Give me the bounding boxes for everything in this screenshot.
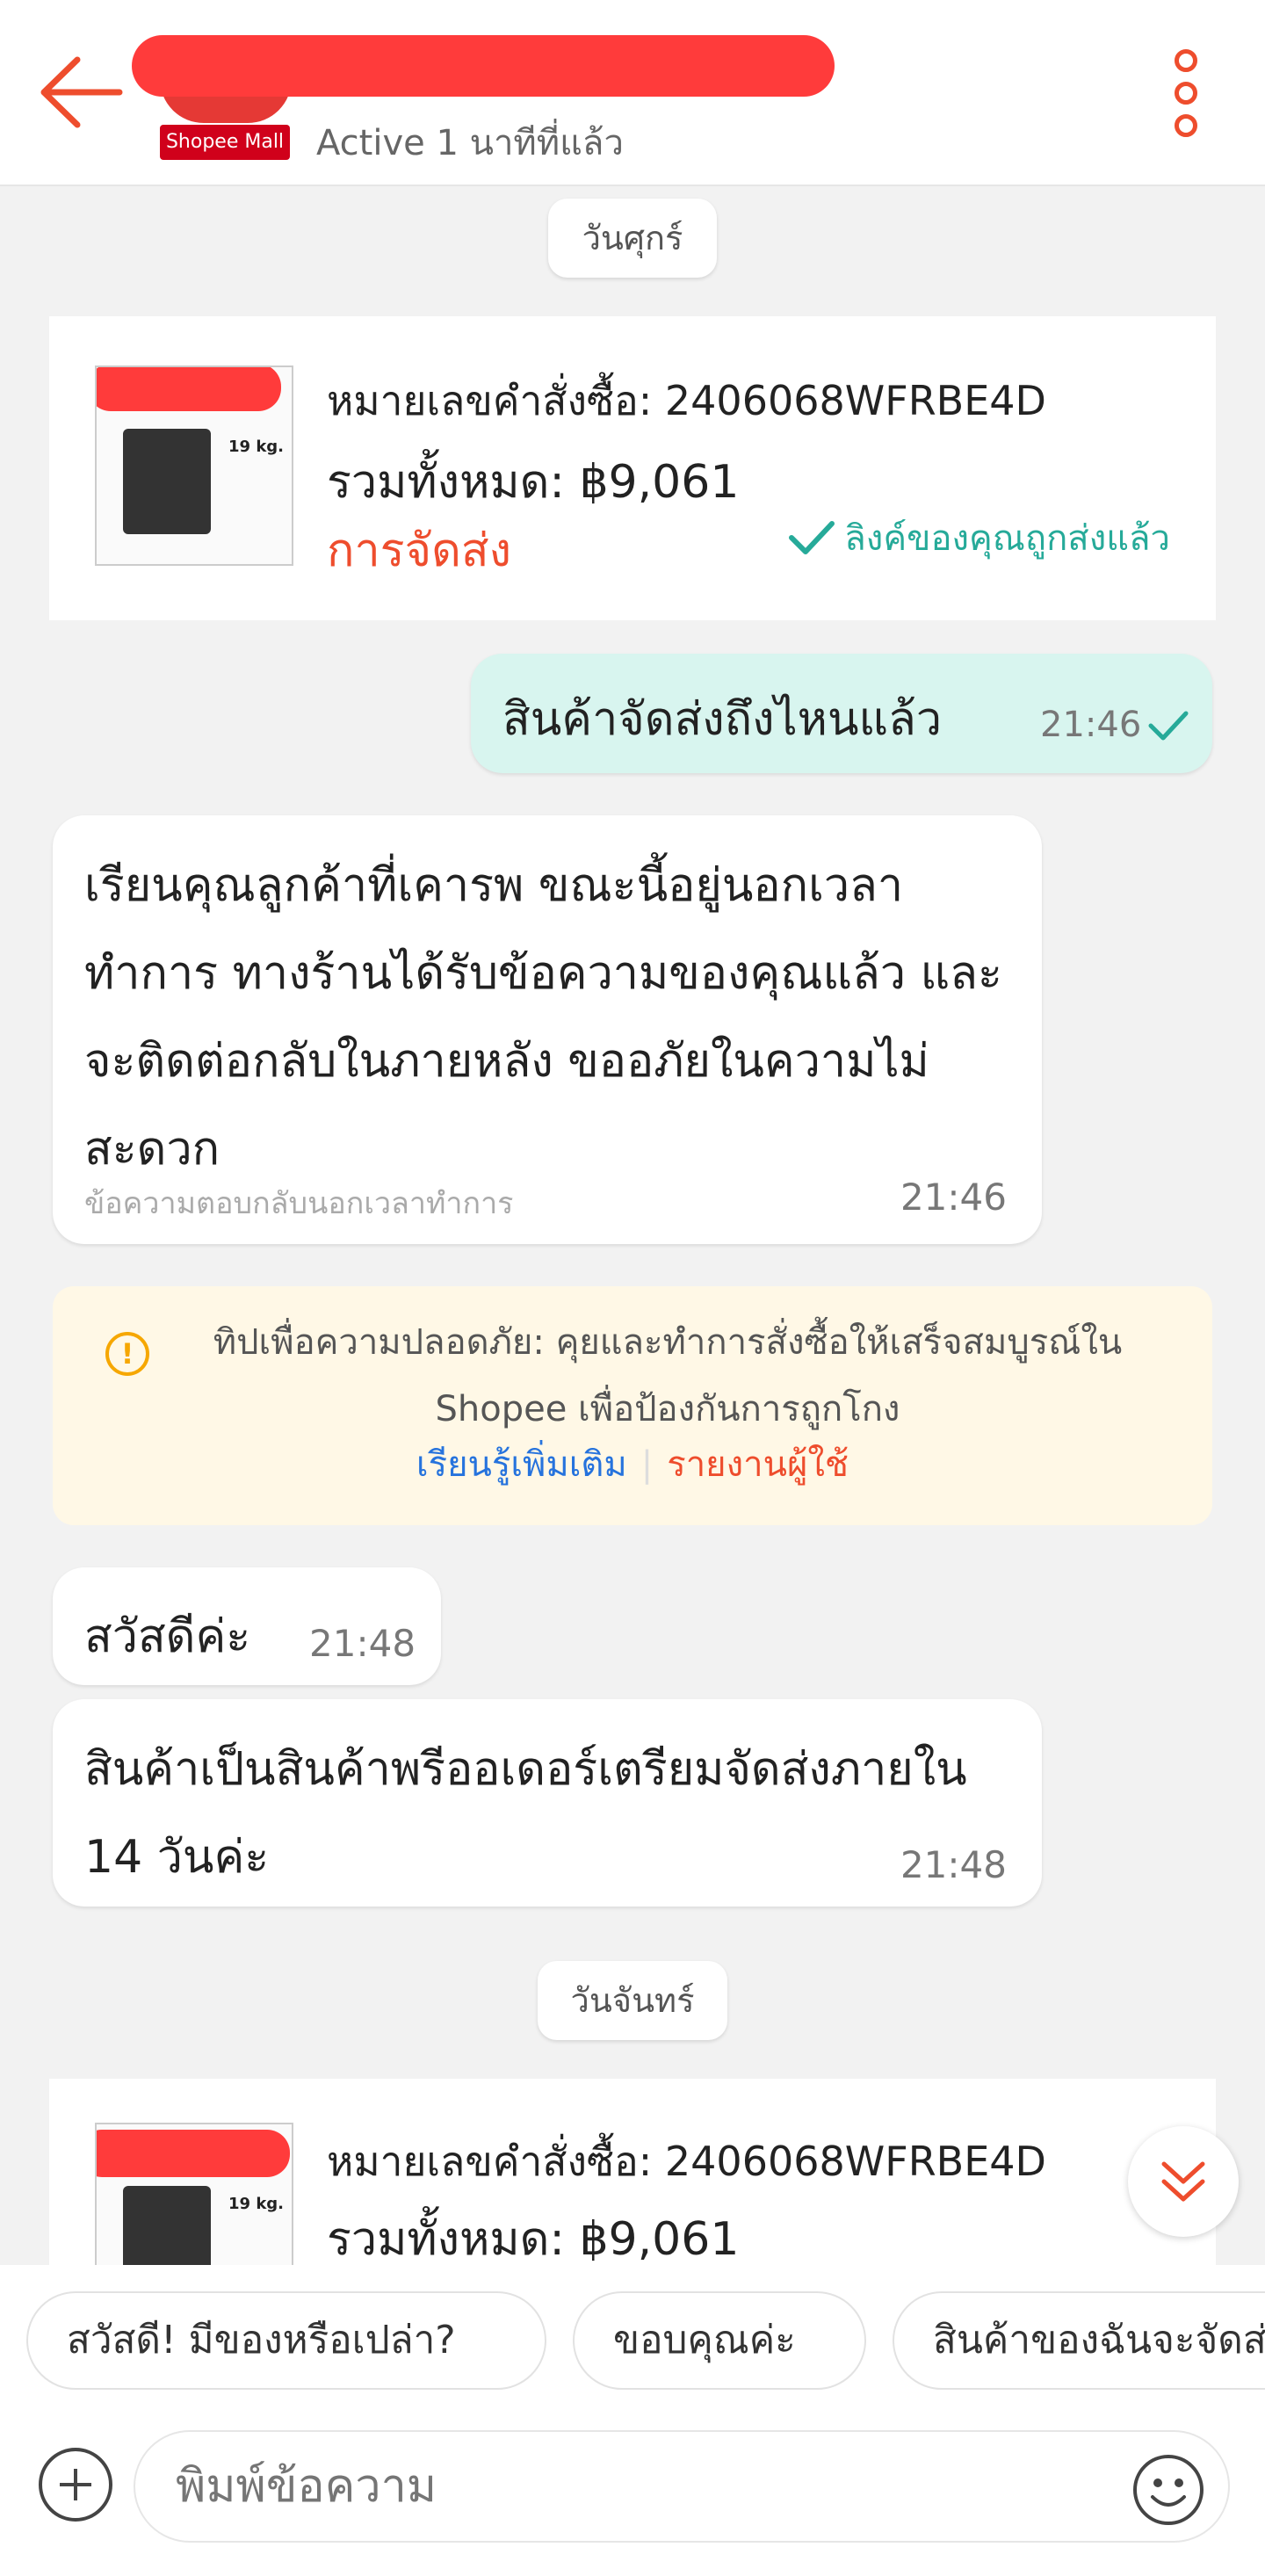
message-input[interactable] (134, 2430, 1230, 2543)
scroll-to-bottom-button[interactable] (1128, 2126, 1239, 2237)
sent-check-icon (1148, 711, 1189, 741)
double-chevron-down-icon (1161, 2161, 1205, 2202)
active-status: Active 1 นาทีที่แล้ว (316, 123, 624, 163)
report-user-link[interactable]: รายงานผู้ใช้ (667, 1444, 849, 1485)
outgoing-message[interactable]: สินค้าจัดส่งถึงไหนแล้ว 21:46 (471, 654, 1212, 773)
quick-replies-bar: สวัสดี! มีของหรือเปล่า? ขอบคุณค่ะ สินค้า… (0, 2265, 1265, 2397)
incoming-message[interactable]: สวัสดีค่ะ 21:48 (53, 1567, 441, 1685)
message-text: สวัสดีค่ะ (84, 1610, 251, 1663)
chat-header: Shopee Mall LG Active 1 นาทีที่แล้ว (0, 0, 1265, 186)
message-text: สินค้าเป็นสินค้าพรีออเดอร์เตรียมจัดส่งภา… (84, 1743, 967, 1884)
redaction-mark (97, 367, 281, 411)
message-input-bar (0, 2397, 1265, 2576)
emoji-icon[interactable] (1131, 2453, 1205, 2527)
product-thumbnail: 19 kg. (95, 365, 293, 566)
quick-reply-chip[interactable]: สวัสดี! มีของหรือเปล่า? (26, 2291, 546, 2390)
safety-tip-links: เรียนรู้เพิ่มเติม | รายงานผู้ใช้ (53, 1436, 1212, 1492)
order-total: รวมทั้งหมด: ฿9,061 (327, 2213, 740, 2266)
incoming-message[interactable]: สินค้าเป็นสินค้าพรีออเดอร์เตรียมจัดส่งภา… (53, 1699, 1042, 1907)
safety-tip-banner: ! ทิปเพื่อความปลอดภัย: คุยและทำการสั่งซื… (53, 1286, 1212, 1525)
order-card[interactable]: 19 kg. หมายเลขคำสั่งซื้อ: 2406068WFRBE4D… (49, 316, 1216, 620)
safety-tip-text: ทิปเพื่อความปลอดภัย: คุยและทำการสั่งซื้อ… (213, 1322, 1123, 1429)
order-total: รวมทั้งหมด: ฿9,061 (327, 456, 740, 509)
message-time: 21:46 (1040, 705, 1142, 745)
add-attachment-icon[interactable] (39, 2448, 112, 2522)
quick-reply-chip[interactable]: ขอบคุณค่ะ (573, 2291, 866, 2390)
message-time: 21:48 (900, 1843, 1007, 1886)
order-number: หมายเลขคำสั่งซื้อ: 2406068WFRBE4D (327, 2138, 1046, 2185)
date-chip: วันจันทร์ (538, 1961, 727, 2040)
date-chip: วันศุกร์ (548, 199, 717, 278)
redaction-mark (97, 2130, 290, 2177)
link-sent-label: ลิงค์ของคุณถูกส่งแล้ว (844, 518, 1170, 559)
message-time: 21:48 (309, 1622, 416, 1665)
link-sent-indicator: ลิงค์ของคุณถูกส่งแล้ว (788, 510, 1170, 566)
order-status: การจัดส่ง (327, 525, 511, 577)
order-number: หมายเลขคำสั่งซื้อ: 2406068WFRBE4D (327, 377, 1046, 424)
message-text: เรียนคุณลูกค้าที่เคารพ ขณะนี้อยู่นอกเวลา… (84, 859, 1002, 1176)
thumb-capacity: 19 kg. (228, 2195, 285, 2213)
message-text: สินค้าจัดส่งถึงไหนแล้ว (502, 693, 943, 746)
quick-reply-chip[interactable]: สินค้าของฉันจะจัดส่งเมื่อไหร่ (893, 2291, 1265, 2390)
learn-more-link[interactable]: เรียนรู้เพิ่มเติม (416, 1444, 627, 1485)
link-divider: | (640, 1444, 654, 1485)
washing-machine-image (123, 429, 211, 534)
more-options-icon[interactable] (1160, 49, 1212, 137)
incoming-message[interactable]: เรียนคุณลูกค้าที่เคารพ ขณะนี้อยู่นอกเวลา… (53, 815, 1042, 1244)
warning-icon: ! (105, 1332, 149, 1376)
order-card[interactable]: 19 kg. หมายเลขคำสั่งซื้อ: 2406068WFRBE4D… (49, 2079, 1216, 2272)
product-thumbnail: 19 kg. (95, 2123, 293, 2272)
message-time: 21:46 (900, 1176, 1007, 1219)
washing-machine-image (123, 2186, 211, 2272)
auto-reply-note: ข้อความตอบกลับนอกเวลาทำการ (84, 1186, 514, 1221)
check-icon (789, 521, 835, 554)
back-arrow-icon[interactable] (35, 53, 123, 132)
shop-name[interactable]: LG (132, 35, 835, 97)
shopee-mall-badge: Shopee Mall (160, 125, 290, 160)
thumb-capacity: 19 kg. (228, 438, 285, 456)
